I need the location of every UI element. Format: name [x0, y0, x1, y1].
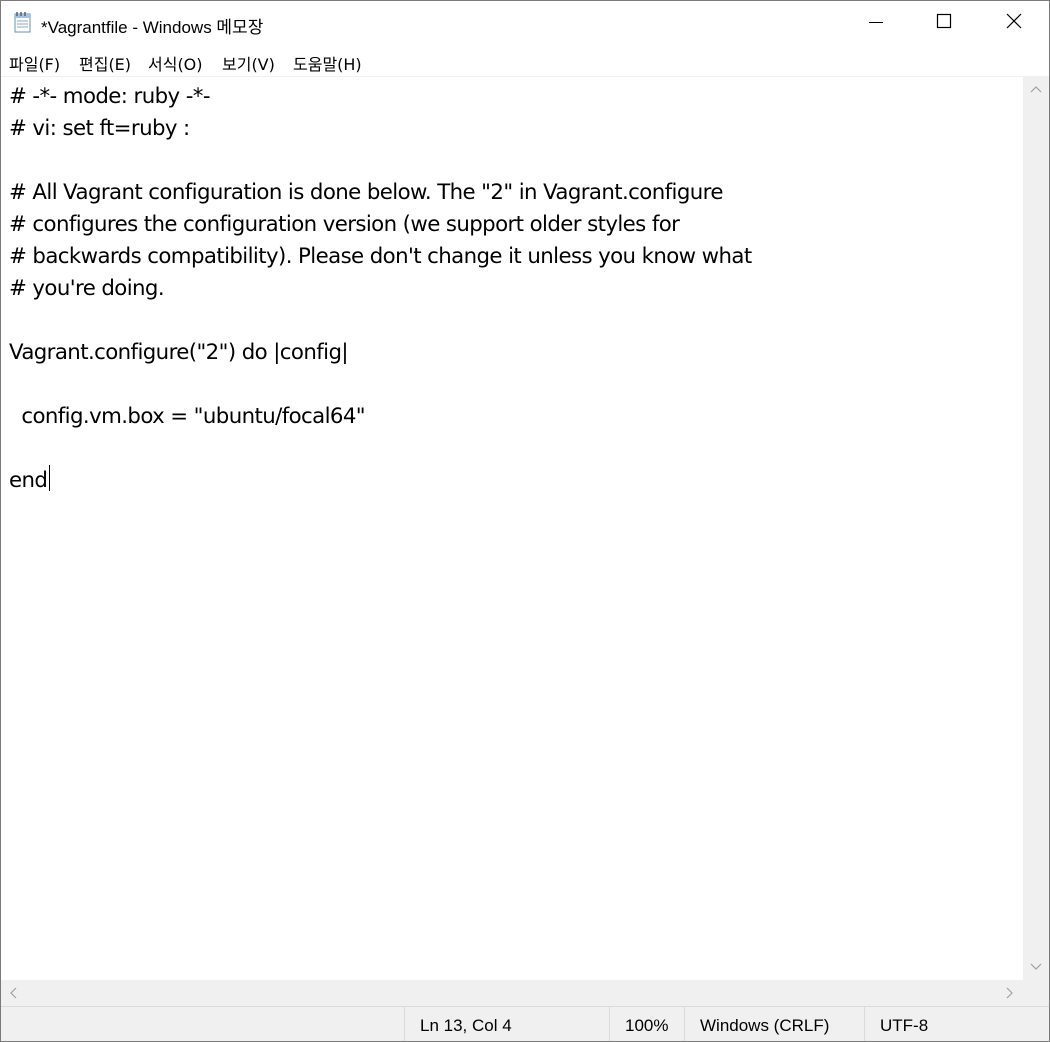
menu-help[interactable]: 도움말(H)	[293, 51, 362, 75]
status-line-ending: Windows (CRLF)	[684, 1007, 864, 1041]
editor-line: # backwards compatibility). Please don't…	[9, 244, 752, 269]
status-encoding: UTF-8	[864, 1007, 1048, 1041]
editor-line: Vagrant.configure("2") do |config|	[9, 340, 349, 365]
title-bar[interactable]: *Vagrantfile - Windows 메모장	[1, 1, 1049, 45]
scrollbar-corner	[1023, 980, 1049, 1006]
vertical-scrollbar[interactable]	[1023, 76, 1049, 980]
maximize-button[interactable]	[909, 1, 979, 45]
editor-line: # configures the configuration version (…	[9, 212, 680, 237]
scroll-down-icon[interactable]	[1030, 960, 1042, 974]
maximize-icon	[936, 13, 952, 33]
close-icon	[1006, 13, 1022, 33]
scroll-up-icon[interactable]	[1030, 82, 1042, 96]
text-caret	[49, 465, 50, 491]
editor-line: end	[9, 468, 48, 493]
menu-edit[interactable]: 편집(E)	[79, 51, 131, 75]
menu-format[interactable]: 서식(O)	[148, 51, 203, 75]
close-button[interactable]	[979, 1, 1049, 45]
horizontal-scrollbar[interactable]	[1, 980, 1023, 1006]
editor-line: # you're doing.	[9, 276, 165, 301]
menu-bar: 파일(F) 편집(E) 서식(O) 보기(V) 도움말(H)	[1, 45, 1049, 75]
scroll-right-icon[interactable]	[1006, 987, 1014, 1002]
status-position: Ln 13, Col 4	[404, 1007, 614, 1041]
scroll-left-icon[interactable]	[9, 987, 17, 1002]
minimize-button[interactable]	[841, 1, 911, 45]
notepad-icon	[13, 11, 33, 33]
editor-line: config.vm.box = "ubuntu/focal64"	[9, 404, 366, 429]
editor-line: # -*- mode: ruby -*-	[9, 84, 211, 109]
menu-file[interactable]: 파일(F)	[9, 51, 60, 75]
text-editor[interactable]: # -*- mode: ruby -*- # vi: set ft=ruby :…	[1, 76, 1023, 981]
status-bar: Ln 13, Col 4 100% Windows (CRLF) UTF-8	[1, 1006, 1049, 1041]
window-title: *Vagrantfile - Windows 메모장	[41, 18, 264, 37]
notepad-window: *Vagrantfile - Windows 메모장 파일(F) 편집(E) 서…	[0, 0, 1050, 1042]
status-zoom: 100%	[609, 1007, 689, 1041]
menu-view[interactable]: 보기(V)	[222, 51, 275, 75]
editor-line: # vi: set ft=ruby :	[9, 116, 190, 141]
editor-line: # All Vagrant configuration is done belo…	[9, 180, 723, 205]
minimize-icon	[869, 14, 883, 33]
